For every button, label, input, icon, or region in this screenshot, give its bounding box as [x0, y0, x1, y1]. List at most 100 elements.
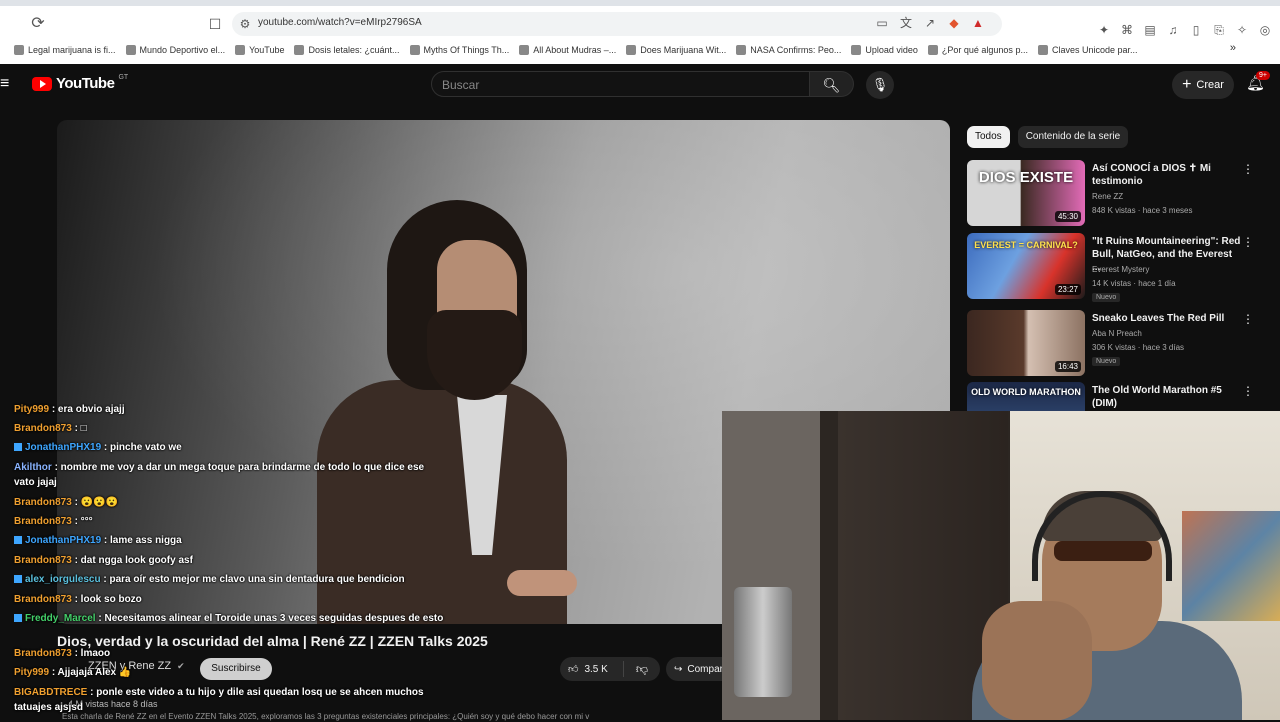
recommended-title[interactable]: Sneako Leaves The Red Pill [1092, 312, 1242, 325]
video-thumbnail[interactable]: 16:43 [967, 310, 1085, 376]
like-icon: 👍︎ [568, 664, 579, 675]
chat-message: alex_iorgulescu : para oír esto mejor me… [14, 572, 444, 587]
reload-icon[interactable]: ⟳ [28, 14, 48, 34]
music-icon[interactable]: ♫ [1165, 22, 1181, 38]
search-button[interactable]: 🔍︎ [810, 71, 854, 97]
like-button[interactable]: 👍︎ 3.5 K [560, 661, 624, 677]
bookmark-item[interactable]: All About Mudras –... [519, 45, 616, 55]
dislike-button[interactable]: 👎︎ [624, 662, 660, 677]
extension-icon[interactable]: ✦ [1096, 22, 1112, 38]
tune-icon[interactable]: ⚙ [236, 15, 254, 33]
chat-message: Brandon873 : □ [14, 421, 444, 436]
bookmark-item[interactable]: YouTube [235, 45, 284, 55]
recommended-video[interactable]: 16:43 Sneako Leaves The Red Pill Aba N Pre… [967, 310, 1267, 380]
bookmark-label: Does Marijuana Wit... [640, 45, 727, 55]
recommended-title[interactable]: Así CONOCÍ a DIOS ✝ Mi testimonio [1092, 162, 1242, 188]
bookmark-favicon-icon [235, 45, 246, 55]
chat-message: BIGABDTRECE : ponle este video a tu hijo… [14, 685, 444, 715]
brave-shield-icon[interactable]: ◆ [946, 15, 962, 31]
chat-text: : 😮😮😮 [74, 497, 119, 508]
chat-text: : □ [74, 423, 87, 434]
new-badge: Nuevo [1092, 293, 1121, 302]
recommended-video[interactable]: DIOS EXISTE 45:30 Así CONOCÍ a DIOS ✝ Mi t… [967, 160, 1267, 230]
bookmark-icon[interactable]: ☐ [206, 14, 224, 34]
bookmark-label: Claves Unicode par... [1051, 45, 1138, 55]
browser-chrome: ⟳ ☐ ⚙ youtube.com/watch?v=eMIrp2796SA ▭ … [0, 0, 1280, 64]
address-row: ⟳ ☐ ⚙ youtube.com/watch?v=eMIrp2796SA ▭ … [0, 10, 1280, 38]
stream-chat-overlay: Pity999 : era obvio ajajj Brandon873 : □ J… [14, 402, 444, 720]
video-thumbnail[interactable]: EVEREST = CARNIVAL? 23:27 [967, 233, 1085, 299]
puzzle-icon[interactable]: ⌘ [1119, 22, 1135, 38]
tab-strip[interactable] [0, 0, 1280, 6]
logo-text: YouTube [56, 75, 115, 92]
create-button[interactable]: + Crear [1172, 71, 1234, 99]
share-page-icon[interactable]: ↗ [922, 15, 938, 31]
recommended-title[interactable]: The Old World Marathon #5 (DIM) [1092, 384, 1242, 410]
url-text[interactable]: youtube.com/watch?v=eMIrp2796SA [258, 17, 422, 28]
bookmark-item[interactable]: Mundo Deportivo el... [125, 45, 225, 55]
bookmark-favicon-icon [14, 45, 24, 55]
bookmark-label: Legal marijuana is fi... [28, 45, 116, 55]
kebab-icon[interactable]: ⋮ [1242, 384, 1254, 398]
chat-message: Brandon873 : dat ngga look goofy asf [14, 553, 444, 568]
address-bar[interactable]: ⚙ youtube.com/watch?v=eMIrp2796SA ▭ 文 ↗ … [232, 12, 1002, 36]
share-button[interactable]: ↪ Compartir [666, 657, 726, 681]
chat-message: Brandon873 : 😮😮😮 [14, 495, 444, 510]
notifications-button[interactable]: 🔔︎ 9+ [1246, 71, 1270, 92]
chip-series[interactable]: Contenido de la serie [1017, 126, 1129, 148]
video-thumbnail[interactable]: DIOS EXISTE 45:30 [967, 160, 1085, 226]
like-dislike-group: 👍︎ 3.5 K 👎︎ [560, 657, 660, 681]
recommended-video[interactable]: EVEREST = CARNIVAL? 23:27 "It Ruins Mounta… [967, 233, 1267, 303]
bookmark-item[interactable]: ¿Por qué algunos p... [927, 45, 1028, 55]
search-input[interactable]: Buscar [431, 71, 810, 97]
video-duration: 45:30 [1054, 211, 1081, 222]
bookmark-item[interactable]: Claves Unicode par... [1037, 45, 1138, 55]
kebab-icon[interactable]: ⋮ [1242, 312, 1254, 326]
bookmark-favicon-icon [626, 45, 637, 55]
chat-text: : para oír esto mejor me clavo una sin d… [103, 574, 405, 585]
search-placeholder: Buscar [442, 78, 480, 92]
streamer-sunglasses [1054, 541, 1152, 561]
kebab-icon[interactable]: ⋮ [1242, 235, 1254, 249]
chat-badge-icon [14, 614, 22, 623]
sidebar-icon[interactable]: ▤ [1142, 22, 1158, 38]
notifications-badge: 9+ [1256, 71, 1270, 80]
chat-username: Brandon873 [14, 423, 72, 434]
bookmark-label: YouTube [249, 45, 285, 55]
bookmark-favicon-icon [125, 45, 136, 55]
bookmark-item[interactable]: Upload video [851, 45, 918, 55]
chat-message: Pity999 : era obvio ajajj [14, 402, 444, 417]
webcam-overlay [722, 411, 1280, 720]
bookmark-item[interactable]: Does Marijuana Wit... [626, 45, 726, 55]
reading-list-icon[interactable]: ▯ [1188, 22, 1204, 38]
bookmark-item[interactable]: Legal marijuana is fi... [14, 45, 116, 55]
rewards-icon[interactable]: ▲ [970, 15, 986, 31]
recommended-channel[interactable]: Everest Mystery [1092, 265, 1149, 274]
leo-icon[interactable]: ✧ [1234, 22, 1250, 38]
kebab-icon[interactable]: ⋮ [1242, 162, 1254, 176]
wallet-icon[interactable]: ◎ [1257, 22, 1273, 38]
mic-button[interactable]: 🎙︎ [866, 71, 894, 99]
bookmark-favicon-icon [294, 45, 305, 55]
bookmark-label: Upload video [865, 45, 918, 55]
bookmark-item[interactable]: Dosis letales: ¿cuánt... [294, 45, 400, 55]
filter-chips: Todos Contenido de la serie [967, 126, 1129, 148]
chat-username: JonathanPHX19 [25, 535, 102, 546]
chip-all[interactable]: Todos [967, 126, 1010, 148]
bookmark-item[interactable]: NASA Confirms: Peo... [736, 45, 841, 55]
youtube-logo[interactable]: YouTube GT [32, 74, 128, 92]
recommended-channel[interactable]: Aba N Preach [1092, 329, 1142, 338]
menu-icon[interactable]: ≡ [0, 76, 12, 92]
video-duration: 16:43 [1054, 361, 1081, 372]
recommended-channel[interactable]: Rene ZZ [1092, 192, 1123, 201]
translate-icon[interactable]: 文 [898, 15, 914, 31]
chat-message: Brandon873 : look so bozo [14, 592, 444, 607]
cast-icon[interactable]: ▭ [874, 15, 890, 31]
history-icon[interactable]: ⎘ [1211, 22, 1227, 38]
bookmarks-overflow-icon[interactable]: » [1230, 42, 1236, 54]
share-label: Compartir [687, 663, 726, 675]
bookmark-favicon-icon [851, 45, 862, 55]
chat-message: Pity999 : Ajjajaja Alex 👍 [14, 665, 444, 680]
bookmark-item[interactable]: Myths Of Things Th... [409, 45, 509, 55]
chat-username: Freddy_Marcel [25, 613, 96, 624]
